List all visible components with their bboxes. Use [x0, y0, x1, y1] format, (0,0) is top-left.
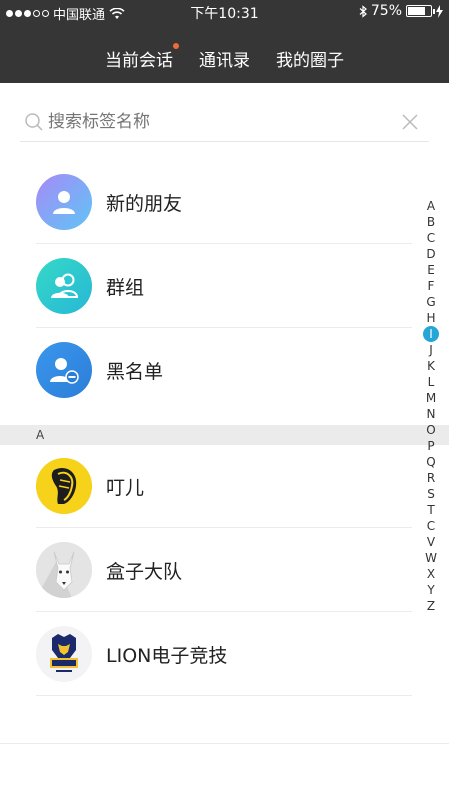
divider [36, 695, 412, 696]
section-header-a: A [0, 425, 449, 445]
index-letter[interactable]: J [423, 342, 439, 358]
index-letter[interactable]: C [423, 230, 439, 246]
index-letter[interactable]: V [423, 534, 439, 550]
contact-name: 叮儿 [106, 477, 145, 499]
close-icon[interactable] [395, 107, 425, 137]
contact-name: LION电子竞技 [106, 645, 228, 667]
index-letter[interactable]: B [423, 214, 439, 230]
index-letter[interactable]: H [423, 310, 439, 326]
index-letter[interactable]: N [423, 406, 439, 422]
index-letter[interactable]: R [423, 470, 439, 486]
tab-current-sessions[interactable]: 当前会话 [105, 43, 179, 71]
search-input[interactable] [48, 106, 395, 137]
index-letter[interactable]: A [423, 198, 439, 214]
group-icon [36, 258, 92, 314]
index-letter[interactable]: Y [423, 582, 439, 598]
list-item-label: 新的朋友 [106, 193, 183, 215]
person-icon [36, 174, 92, 230]
header-tabs: 当前会话 通讯录 我的圈子 [0, 43, 449, 71]
index-letter[interactable]: T [423, 502, 439, 518]
contact-item[interactable]: LION电子竞技 [0, 612, 412, 696]
contact-item[interactable]: 盒子大队 [0, 528, 412, 612]
index-letter[interactable]: Q [423, 454, 439, 470]
status-bar: 中国联通 下午10:31 75% [0, 0, 449, 24]
index-letter[interactable]: Z [423, 598, 439, 614]
tab-label: 我的圈子 [276, 51, 344, 71]
index-letter[interactable]: G [423, 294, 439, 310]
white-dog-avatar [36, 542, 92, 598]
list-item-blacklist[interactable]: 黑名单 [0, 328, 412, 412]
index-letter[interactable]: L [423, 374, 439, 390]
index-letter[interactable]: E [423, 262, 439, 278]
tab-label: 当前会话 [105, 51, 173, 71]
index-letter[interactable]: W [423, 550, 439, 566]
status-right: 75% [359, 3, 443, 19]
list-item-label: 群组 [106, 277, 145, 299]
index-letter[interactable]: C [423, 518, 439, 534]
index-letter[interactable]: P [423, 438, 439, 454]
tab-label: 通讯录 [199, 51, 250, 71]
list-item-new-friends[interactable]: 新的朋友 [0, 160, 412, 244]
search-bar [20, 102, 429, 142]
tab-contacts[interactable]: 通讯录 [199, 46, 250, 71]
search-icon [20, 108, 48, 136]
contact-name: 盒子大队 [106, 561, 183, 583]
divider [0, 743, 449, 744]
tab-my-circles[interactable]: 我的圈子 [276, 46, 344, 71]
yellow-face-avatar [36, 458, 92, 514]
contact-item[interactable]: 叮儿 [0, 444, 412, 528]
unread-badge [173, 43, 179, 49]
list-item-groups[interactable]: 群组 [0, 244, 412, 328]
blocked-person-icon [36, 342, 92, 398]
alphabet-index[interactable]: ABCDEFGHIJKLMNOPQRSTCVWXYZ [423, 198, 439, 614]
index-letter[interactable]: D [423, 246, 439, 262]
index-letter[interactable]: K [423, 358, 439, 374]
index-letter[interactable]: S [423, 486, 439, 502]
top-bar: 中国联通 下午10:31 75% 当前会话 通讯录 我的圈子 [0, 0, 449, 83]
battery-percentage: 75% [370, 3, 402, 19]
index-letter[interactable]: F [423, 278, 439, 294]
lion-logo-avatar [36, 626, 92, 682]
list-item-label: 黑名单 [106, 361, 164, 383]
index-letter[interactable]: M [423, 390, 439, 406]
battery-icon [406, 5, 435, 17]
bluetooth-icon [359, 4, 367, 18]
index-letter[interactable]: I [423, 326, 439, 342]
index-letter[interactable]: X [423, 566, 439, 582]
charging-icon [436, 4, 443, 18]
index-letter[interactable]: O [423, 422, 439, 438]
